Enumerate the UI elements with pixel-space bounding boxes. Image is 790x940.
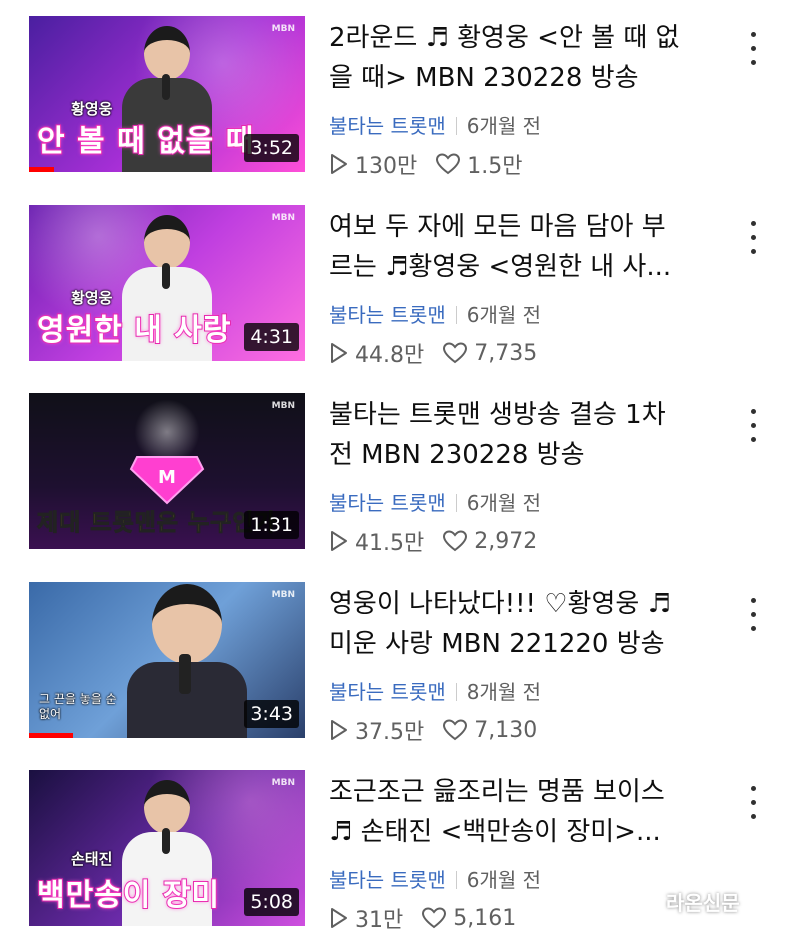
video-item[interactable]: MBN 황영웅 안 볼 때 없을 때 3:52 2라운드 ♬ 황영웅 <안 볼 … — [0, 16, 790, 186]
duration-badge: 3:43 — [244, 700, 299, 728]
upload-age: 6개월 전 — [466, 868, 542, 892]
meta-divider — [455, 871, 457, 889]
title-line-2: 전 MBN 230228 방송 — [329, 440, 585, 470]
video-thumbnail[interactable]: MBN 황영웅 영원한 내 사랑 4:31 — [29, 205, 305, 361]
channel-logo: MBN — [271, 778, 295, 788]
video-title[interactable]: 여보 두 자에 모든 마음 담아 부 르는 ♬황영웅 <영원한 내 사... — [329, 207, 713, 287]
video-item[interactable]: MBN M 제대 트롯맨은 누구인가 1:31 불타는 트롯맨 생방송 결승 1… — [0, 393, 790, 563]
heart-outline-icon — [443, 530, 468, 552]
watermark-text: 라온신문 — [666, 891, 740, 915]
more-vertical-icon[interactable] — [744, 786, 764, 826]
watermark-logo-icon — [640, 889, 658, 914]
video-thumbnail[interactable]: MBN 황영웅 안 볼 때 없을 때 3:52 — [29, 16, 305, 172]
video-stats: 41.5만 2,972 — [329, 525, 537, 557]
watermark: 라온신문 — [638, 887, 740, 916]
heart-outline-icon — [443, 719, 468, 741]
thumb-caption: 그 끈을 놓을 순 없어 — [39, 692, 117, 721]
title-line-1: 2라운드 ♬ 황영웅 <안 볼 때 없 — [329, 23, 680, 53]
video-stats: 130만 1.5만 — [329, 148, 522, 180]
gem-logo-icon: M — [129, 456, 205, 505]
more-vertical-icon[interactable] — [744, 221, 764, 261]
view-count: 130만 — [355, 154, 418, 179]
channel-logo: MBN — [271, 213, 295, 223]
channel-name[interactable]: 불타는 트롯맨 — [329, 868, 446, 892]
meta-divider — [455, 683, 457, 701]
channel-logo: MBN — [271, 401, 295, 411]
title-line-1: 조근조근 읊조리는 명품 보이스 — [329, 777, 665, 807]
video-title[interactable]: 영웅이 나타났다!!! ♡황영웅 ♬ 미운 사랑 MBN 221220 방송 — [329, 584, 713, 664]
thumb-caption: 백만송이 장미 — [36, 877, 221, 914]
title-line-1: 불타는 트롯맨 생방송 결승 1차 — [329, 400, 666, 430]
play-outline-icon — [331, 154, 347, 174]
heart-outline-icon — [422, 907, 447, 929]
video-item[interactable]: MBN 황영웅 영원한 내 사랑 4:31 여보 두 자에 모든 마음 담아 부… — [0, 205, 790, 375]
title-line-2: 르는 ♬황영웅 <영원한 내 사... — [329, 252, 672, 282]
video-meta: 불타는 트롯맨 8개월 전 — [329, 676, 541, 705]
upload-age: 6개월 전 — [466, 491, 542, 515]
like-count: 2,972 — [474, 528, 538, 554]
video-meta: 불타는 트롯맨 6개월 전 — [329, 487, 541, 516]
heart-outline-icon — [436, 153, 461, 175]
thumb-caption: 제대 트롯맨은 누구인가 — [37, 510, 277, 537]
more-vertical-icon[interactable] — [744, 598, 764, 638]
thumb-label: 손태진 — [71, 850, 113, 868]
upload-age: 8개월 전 — [466, 680, 542, 704]
meta-divider — [455, 117, 457, 135]
heart-outline-icon — [443, 342, 468, 364]
duration-badge: 3:52 — [244, 134, 299, 162]
meta-divider — [455, 494, 457, 512]
more-vertical-icon[interactable] — [744, 409, 764, 449]
title-line-1: 여보 두 자에 모든 마음 담아 부 — [329, 212, 666, 242]
video-title[interactable]: 불타는 트롯맨 생방송 결승 1차 전 MBN 230228 방송 — [329, 395, 713, 475]
channel-name[interactable]: 불타는 트롯맨 — [329, 303, 446, 327]
thumb-caption: 영원한 내 사랑 — [36, 312, 232, 349]
view-count: 31만 — [355, 908, 404, 933]
meta-divider — [455, 306, 457, 324]
duration-badge: 5:08 — [244, 888, 299, 916]
view-count: 41.5만 — [355, 531, 425, 556]
channel-logo: MBN — [271, 590, 295, 600]
play-outline-icon — [331, 531, 347, 551]
like-count: 7,735 — [474, 340, 538, 366]
watch-progress-bar — [29, 167, 54, 172]
upload-age: 6개월 전 — [466, 303, 542, 327]
duration-badge: 1:31 — [244, 511, 299, 539]
channel-logo: MBN — [271, 24, 295, 34]
video-item[interactable]: MBN 그 끈을 놓을 순 없어 3:43 영웅이 나타났다!!! ♡황영웅 ♬… — [0, 582, 790, 752]
like-count: 1.5만 — [467, 154, 523, 179]
duration-badge: 4:31 — [244, 323, 299, 351]
channel-name[interactable]: 불타는 트롯맨 — [329, 680, 446, 704]
channel-name[interactable]: 불타는 트롯맨 — [329, 114, 446, 138]
video-thumbnail[interactable]: MBN 손태진 백만송이 장미 5:08 — [29, 770, 305, 926]
video-stats: 44.8만 7,735 — [329, 337, 537, 369]
upload-age: 6개월 전 — [466, 114, 542, 138]
video-thumbnail[interactable]: MBN 그 끈을 놓을 순 없어 3:43 — [29, 582, 305, 738]
view-count: 44.8만 — [355, 343, 425, 368]
title-line-1: 영웅이 나타났다!!! ♡황영웅 ♬ — [329, 589, 671, 619]
video-thumbnail[interactable]: MBN M 제대 트롯맨은 누구인가 1:31 — [29, 393, 305, 549]
video-meta: 불타는 트롯맨 6개월 전 — [329, 110, 541, 139]
svg-text:M: M — [158, 467, 176, 488]
thumb-caption: 안 볼 때 없을 때 — [36, 123, 255, 160]
singer-figure — [127, 584, 247, 738]
video-meta: 불타는 트롯맨 6개월 전 — [329, 299, 541, 328]
more-vertical-icon[interactable] — [744, 32, 764, 72]
video-title[interactable]: 2라운드 ♬ 황영웅 <안 볼 때 없 을 때> MBN 230228 방송 — [329, 18, 713, 98]
like-count: 7,130 — [474, 717, 538, 743]
like-count: 5,161 — [453, 905, 517, 931]
title-line-2: 을 때> MBN 230228 방송 — [329, 63, 639, 93]
view-count: 37.5만 — [355, 720, 425, 745]
video-meta: 불타는 트롯맨 6개월 전 — [329, 864, 541, 893]
video-stats: 37.5만 7,130 — [329, 714, 537, 746]
watch-progress-bar — [29, 733, 74, 738]
play-outline-icon — [331, 343, 347, 363]
video-title[interactable]: 조근조근 읊조리는 명품 보이스 ♬ 손태진 <백만송이 장미>... — [329, 772, 713, 852]
channel-name[interactable]: 불타는 트롯맨 — [329, 491, 446, 515]
title-line-2: 미운 사랑 MBN 221220 방송 — [329, 629, 665, 659]
play-outline-icon — [331, 720, 347, 740]
title-line-2: ♬ 손태진 <백만송이 장미>... — [329, 817, 661, 847]
play-outline-icon — [331, 908, 347, 928]
video-stats: 31만 5,161 — [329, 902, 516, 934]
